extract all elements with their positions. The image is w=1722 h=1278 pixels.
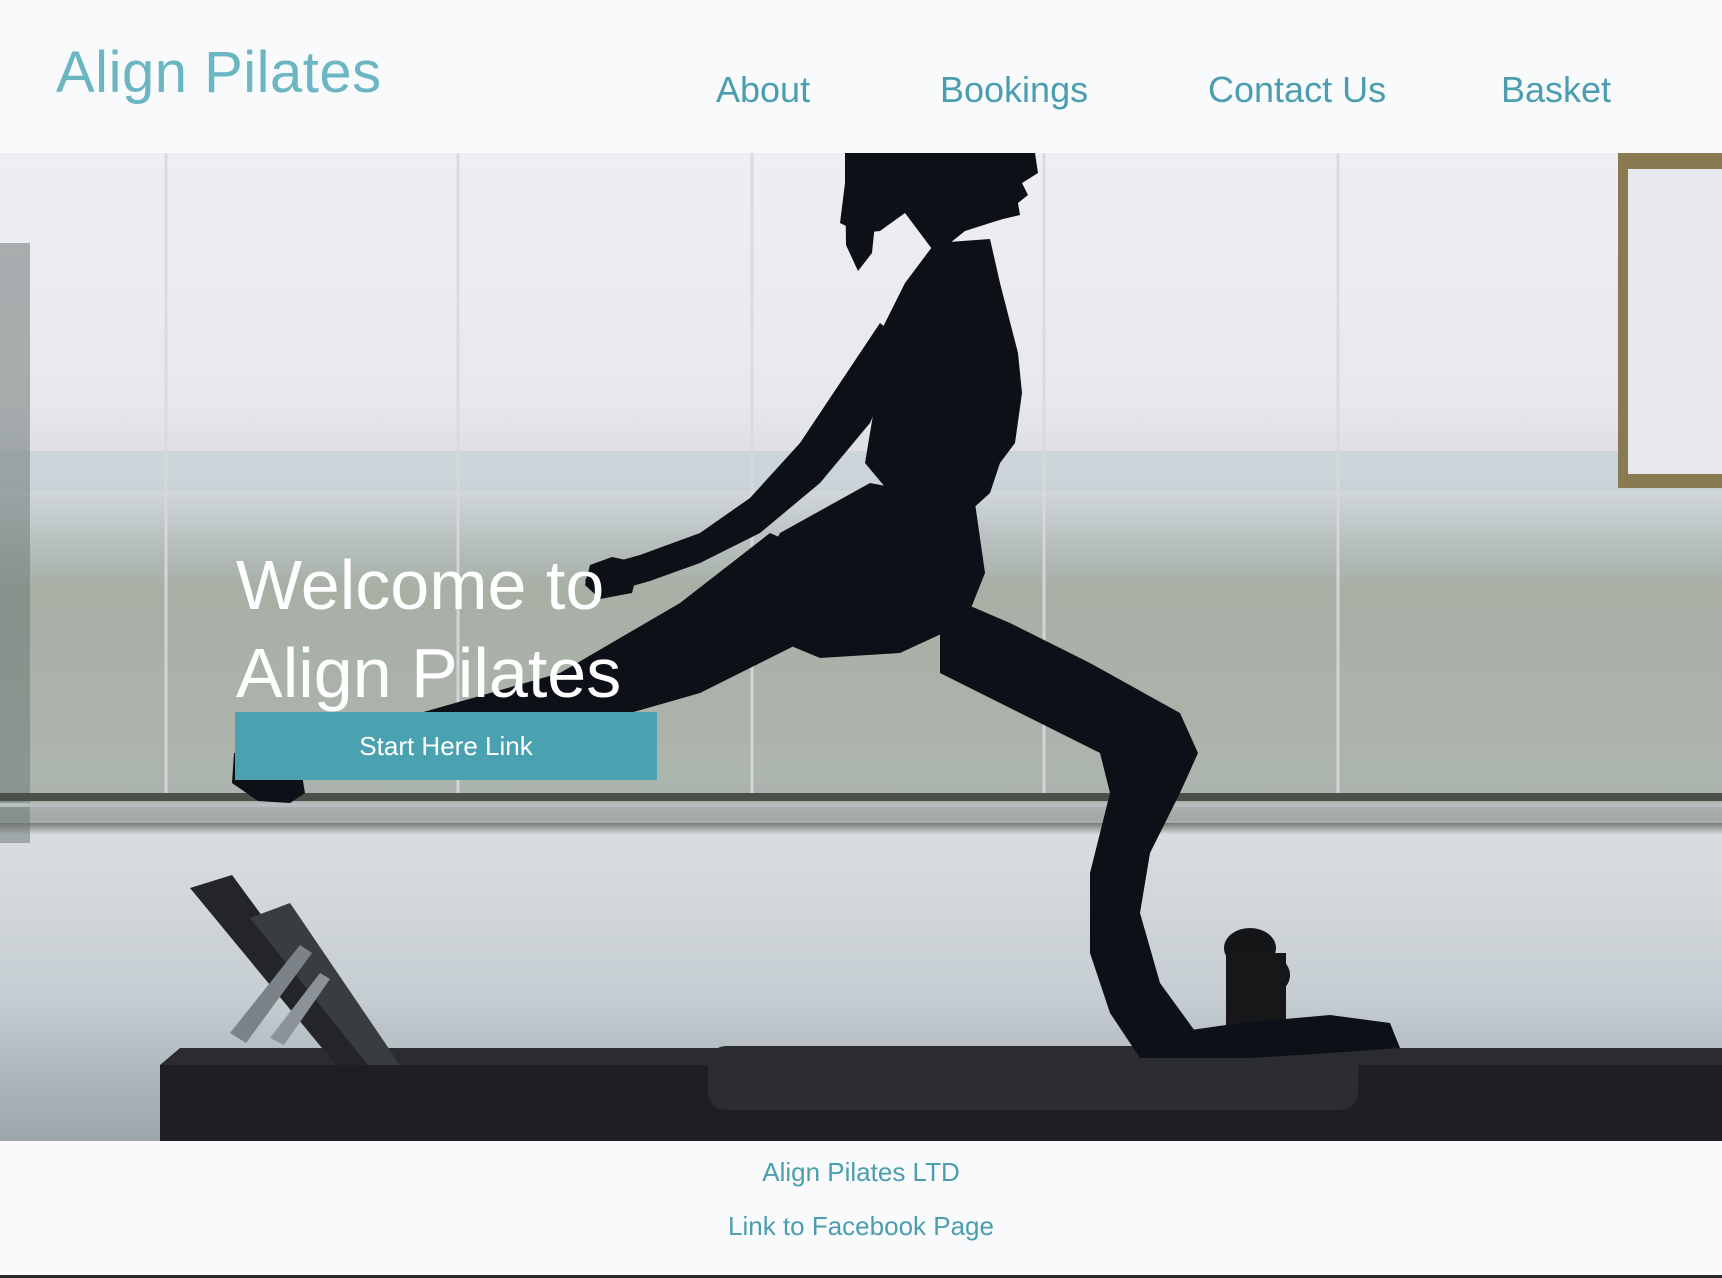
nav-link-contact-us[interactable]: Contact Us: [1208, 70, 1386, 110]
site-header: Align Pilates About Bookings Contact Us …: [0, 0, 1722, 153]
site-footer: Align Pilates LTD Link to Facebook Page: [0, 1141, 1722, 1275]
nav-link-about[interactable]: About: [716, 70, 810, 110]
footer-company-name: Align Pilates LTD: [762, 1157, 960, 1187]
main-nav: About Bookings Contact Us Basket: [0, 70, 1722, 114]
hero-heading-line-1: Welcome to: [236, 546, 605, 624]
nav-link-basket[interactable]: Basket: [1501, 70, 1611, 110]
start-here-button[interactable]: Start Here Link: [235, 712, 657, 780]
page: Align Pilates About Bookings Contact Us …: [0, 0, 1722, 1278]
nav-link-bookings[interactable]: Bookings: [940, 70, 1088, 110]
hero-heading: Welcome to Align Pilates: [236, 541, 756, 717]
facebook-page-link[interactable]: Link to Facebook Page: [0, 1211, 1722, 1242]
hero-heading-line-2: Align Pilates: [236, 634, 622, 712]
hero-section: Welcome to Align Pilates Start Here Link: [0, 153, 1722, 1141]
